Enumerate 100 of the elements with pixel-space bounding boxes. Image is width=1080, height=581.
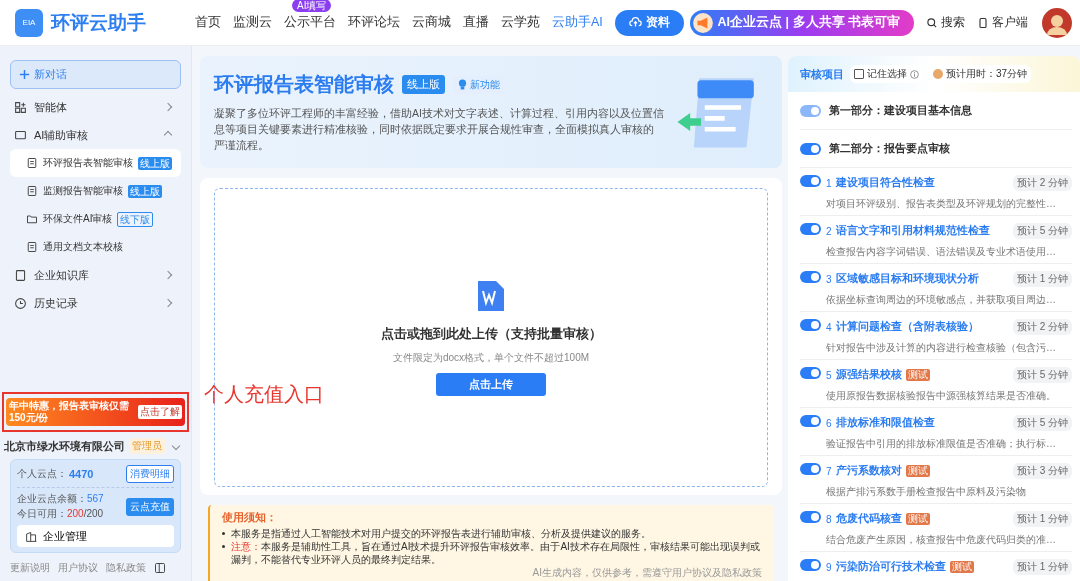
nav-link[interactable]: 直播 bbox=[463, 15, 489, 29]
client-link[interactable]: 客户端 bbox=[977, 14, 1028, 31]
promo-banner[interactable]: 年中特惠，报告表审核仅需150元/份 点击了解 bbox=[6, 398, 185, 426]
time-estimate: 预计 2 分钟 bbox=[1012, 319, 1072, 335]
promo-banner[interactable]: AI企业云点 | 多人共享 书表可审 bbox=[689, 9, 914, 36]
resource-button[interactable]: 资料 bbox=[614, 9, 684, 36]
points-balance: 企业云点余额：567 bbox=[17, 492, 105, 506]
toggle-switch[interactable] bbox=[800, 415, 821, 427]
panel-title: 审核项目 bbox=[800, 66, 844, 82]
phone-icon bbox=[977, 16, 989, 29]
item-number: 2 bbox=[826, 225, 832, 237]
page-title: 环评报告表智能审核 bbox=[214, 72, 394, 97]
megaphone-icon bbox=[691, 11, 714, 34]
search-link[interactable]: 搜索 bbox=[926, 14, 965, 31]
item-title: 产污系数核对 bbox=[835, 464, 902, 478]
upload-button[interactable]: 点击上传 bbox=[436, 373, 546, 396]
toggle-switch[interactable] bbox=[800, 367, 821, 379]
ai-badge: AI填写 bbox=[292, 0, 332, 12]
sidebar-subitem[interactable]: 监测报告智能审核 线上版 bbox=[10, 177, 181, 205]
item-title: 语言文字和引用材料规范性检查 bbox=[835, 224, 990, 238]
item-number: 5 bbox=[826, 369, 832, 381]
section-label: 第二部分：报告要点审核 bbox=[829, 141, 950, 156]
sidebar-item[interactable]: AI辅助审核 bbox=[10, 121, 181, 149]
sidebar-item[interactable]: 企业知识库 bbox=[10, 261, 181, 289]
description: 凝聚了多位环评工程师的丰富经验，借助AI技术对文字表述、计算过程、引用内容以及位置信息等项目关键要素进行精准核验，同时依据既定要求开展合规性审查，全面模拟真人审核的严谨流程。 bbox=[214, 106, 664, 153]
detail-button[interactable]: 消费明细 bbox=[126, 465, 174, 483]
brand-name: 环评云助手 bbox=[51, 10, 146, 35]
building-icon bbox=[25, 529, 38, 543]
test-tag: 测试 bbox=[905, 369, 930, 381]
time-estimate: 预计 5 分钟 bbox=[1012, 223, 1072, 239]
time-estimate: 预计 5 分钟 bbox=[1012, 415, 1072, 431]
item-title: 源强结果校核 bbox=[835, 368, 902, 382]
time-estimate: 预计 3 分钟 bbox=[1012, 463, 1072, 479]
bulb-icon bbox=[458, 79, 467, 90]
version-tag: 线下版 bbox=[117, 211, 154, 227]
manage-button[interactable]: 企业管理 bbox=[17, 525, 174, 547]
time-estimate: 预计 5 分钟 bbox=[1012, 367, 1072, 383]
toggle-switch[interactable] bbox=[800, 271, 821, 283]
notice-title: 使用须知： bbox=[222, 511, 278, 525]
test-tag: 测试 bbox=[905, 465, 930, 477]
toggle-switch[interactable] bbox=[800, 175, 821, 187]
toggle-switch[interactable] bbox=[800, 511, 821, 523]
sidebar-subitem[interactable]: 通用文档文本校核 bbox=[10, 233, 181, 261]
grid-icon bbox=[14, 100, 27, 114]
item-title: 污染防治可行技术检查 bbox=[835, 560, 946, 574]
notice-text: 注意：本服务是辅助性工具，旨在通过AI技术提升环评报告审核效率。由于AI技术存在局限性，审核结果可能出现误判或漏判，不能替代专业环评人员的最终判定结果。 bbox=[231, 540, 761, 566]
info-icon bbox=[910, 69, 919, 79]
item-description: 检查报告内容字词错误、语法错误及专业术语使用… bbox=[826, 245, 1057, 259]
time-estimate: 预计 1 分钟 bbox=[1012, 271, 1072, 287]
item-description: 依据坐标查询周边的环境敏感点，并获取项目周边… bbox=[826, 293, 1057, 307]
time-estimate: 预计 1 分钟 bbox=[1012, 559, 1072, 575]
nav-link[interactable]: 公示平台 bbox=[284, 15, 336, 29]
document-icon bbox=[26, 185, 38, 197]
nav-link[interactable]: 监测云 bbox=[233, 15, 272, 29]
item-title: 区域敏感目标和环境现状分析 bbox=[835, 272, 979, 286]
item-number: 7 bbox=[826, 465, 832, 477]
search-icon bbox=[926, 16, 938, 29]
logo-icon: EIA bbox=[15, 8, 43, 37]
document-icon bbox=[26, 241, 38, 253]
item-title: 危废代码核查 bbox=[835, 512, 902, 526]
company-name: 北京市绿水环境有限公司 bbox=[4, 438, 125, 454]
test-tag: 测试 bbox=[949, 561, 974, 573]
points-today: 今日可用：200/200 bbox=[17, 507, 105, 521]
nav-link[interactable]: 云助手AI bbox=[552, 15, 603, 29]
item-description: 根据产排污系数手册检查报告中原料及污染物 bbox=[826, 485, 1027, 499]
item-title: 建设项目符合性检查 bbox=[835, 176, 935, 190]
toggle-switch[interactable] bbox=[800, 223, 821, 235]
sidebar-item[interactable]: 智能体 bbox=[10, 93, 181, 121]
section-label: 第一部分：建设项目基本信息 bbox=[829, 103, 972, 118]
role-badge: 管理员 bbox=[129, 438, 165, 454]
nav-link[interactable]: 环评论坛 bbox=[348, 15, 400, 29]
avatar-icon[interactable] bbox=[1042, 7, 1072, 38]
time-estimate: 预计 1 分钟 bbox=[1012, 511, 1072, 527]
notice-text: 本服务是指通过人工智能技术对用户提交的环评报告表进行辅助审核、分析及提供建议的服务。 bbox=[231, 527, 651, 540]
nav-link[interactable]: 首页 bbox=[195, 15, 221, 29]
disclaimer-text: AI生成内容，仅供参考，需遵守用户协议及隐私政策 bbox=[532, 566, 762, 579]
test-tag: 测试 bbox=[905, 513, 930, 525]
item-title: 计算问题检查（含附表核验） bbox=[835, 320, 979, 334]
item-description: 结合危废产生原因，核查报告中危废代码归类的准… bbox=[826, 533, 1057, 547]
item-number: 8 bbox=[826, 513, 832, 525]
toggle-switch[interactable] bbox=[800, 319, 821, 331]
sidebar-subitem[interactable]: 环保文件AI审核 线下版 bbox=[10, 205, 181, 233]
sidebar-toggle-icon[interactable] bbox=[154, 562, 166, 574]
toggle-switch[interactable] bbox=[800, 559, 821, 571]
sidebar-subitem[interactable]: 环评报告表智能审核 线上版 bbox=[10, 149, 181, 177]
toggle-switch[interactable] bbox=[800, 463, 821, 475]
time-estimate: 预计 2 分钟 bbox=[1012, 175, 1072, 191]
cloud-upload-icon bbox=[628, 16, 642, 29]
item-title: 排放标准和限值检查 bbox=[835, 416, 935, 430]
sidebar-item[interactable]: 历史记录 bbox=[10, 289, 181, 317]
item-number: 9 bbox=[826, 561, 832, 573]
item-number: 6 bbox=[826, 417, 832, 429]
toggle-switch[interactable] bbox=[800, 142, 821, 155]
upload-title: 点击或拖到此处上传（支持批量审核） bbox=[380, 325, 602, 343]
item-description: 对项目环评级别、报告表类型及环评规划的完整性… bbox=[826, 197, 1057, 211]
nav-link[interactable]: 云学苑 bbox=[501, 15, 540, 29]
item-description: 验证报告中引用的排放标准限值是否准确；执行标… bbox=[826, 437, 1057, 451]
points-label: 个人云点： bbox=[17, 467, 67, 481]
word-file-icon bbox=[476, 279, 506, 313]
nav-link[interactable]: 云商城 bbox=[412, 15, 451, 29]
